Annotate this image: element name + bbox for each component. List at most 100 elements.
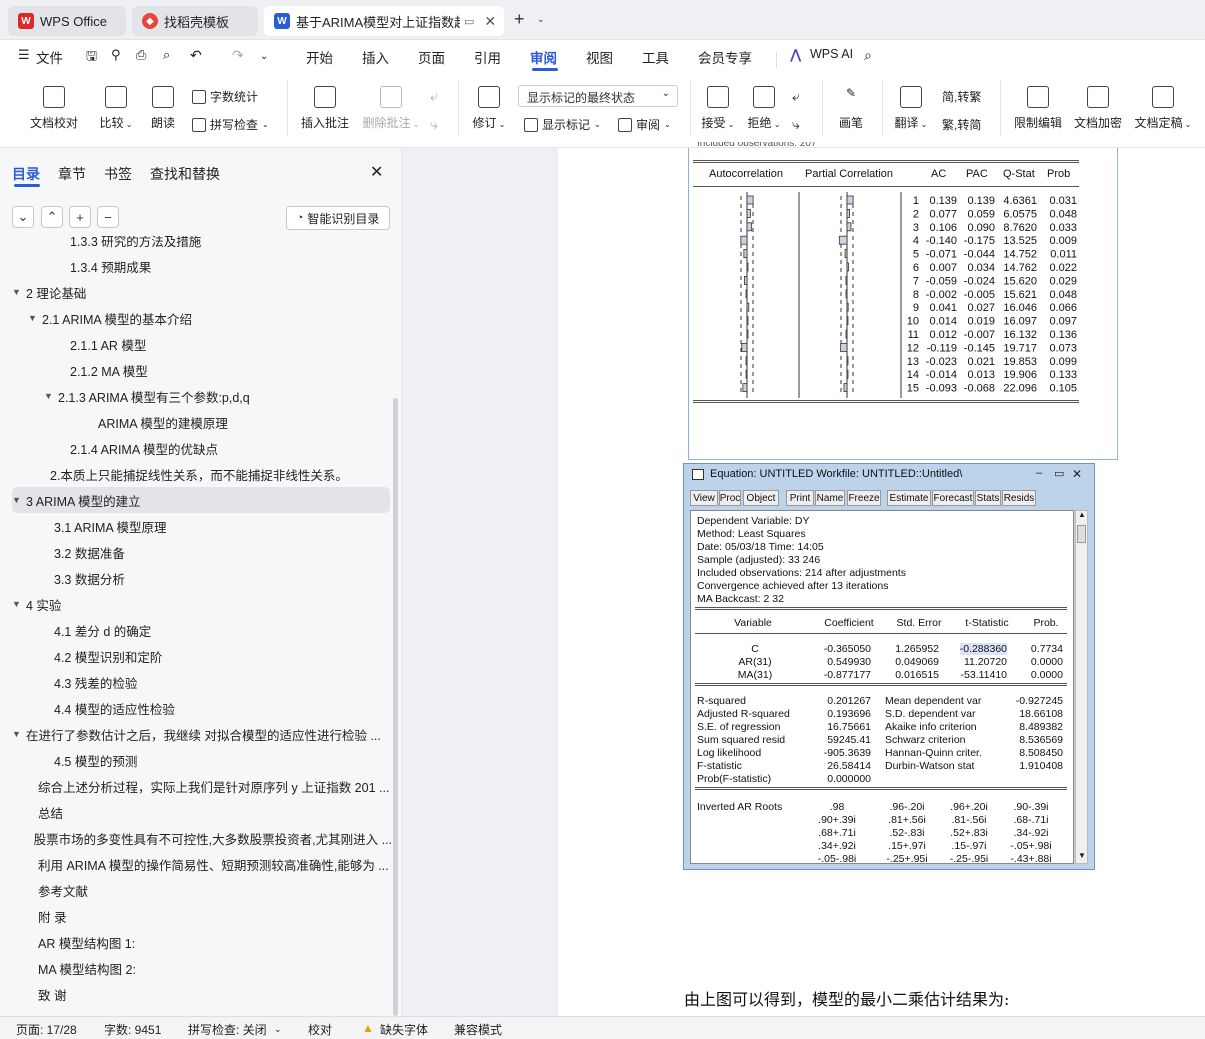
toc-item[interactable]: 1.3.4 预期成果 [0,253,392,279]
toc-item[interactable]: 3.3 数据分析 [0,565,392,591]
eviews-freeze-button[interactable]: Freeze [847,490,881,506]
redo-icon[interactable]: ↷ [232,47,244,64]
toc-item[interactable]: AR 模型结构图 1: [0,929,392,955]
toc-item[interactable]: 4.5 模型的预测 [0,747,392,773]
share-icon[interactable]: ⚲ [111,47,121,63]
accept-button[interactable]: 接受 ⌄ [700,86,736,131]
chevron-down-icon[interactable]: ⌄ [274,1024,282,1035]
nav-scrollbar[interactable] [393,398,398,1016]
menu-start[interactable]: 开始 [306,47,333,67]
word-count[interactable]: 字数: 9451 [104,1021,161,1038]
expand-arrow-icon[interactable]: ▼ [12,599,24,609]
toc-item[interactable]: 4.3 残差的检验 [0,669,392,695]
toc-item[interactable]: ▼ 2 理论基础 [0,279,392,305]
spell-status[interactable]: 拼写检查: 关闭 [188,1021,267,1038]
eviews-resids-button[interactable]: Resids [1002,490,1036,506]
toc-item[interactable]: 2.1.4 ARIMA 模型的优缺点 [0,435,392,461]
toc-item[interactable]: 综合上述分析过程，实际上我们是针对原序列 y 上证指数 201 ... [0,773,392,799]
menu-tools[interactable]: 工具 [642,47,669,67]
eviews-estimate-button[interactable]: Estimate [887,490,931,506]
scroll-up-icon[interactable]: ▲ [1078,510,1086,519]
toc-item[interactable]: 股票市场的多变性具有不可控性,大多数股票投资者,尤其刚进入 ... [0,825,392,851]
insert-comment-button[interactable]: 插入批注 [300,86,350,131]
toc-item[interactable]: 2.1.1 AR 模型 [0,331,392,357]
tab-wps-office[interactable]: W WPS Office [8,6,126,36]
translate-button[interactable]: 翻译 ⌄ [892,86,930,131]
eviews-print-button[interactable]: Print [786,490,814,506]
page-indicator[interactable]: 页面: 17/28 [16,1021,77,1038]
toc-item[interactable]: 4.4 模型的适应性检验 [0,695,392,721]
next-comment-icon[interactable]: ⤷ [430,116,438,133]
menu-reference[interactable]: 引用 [474,47,501,67]
toc-item[interactable]: 4.2 模型识别和定阶 [0,643,392,669]
print-preview-icon[interactable]: ⌕ [163,47,170,63]
tab-document[interactable]: W 基于ARIMA模型对上证指数趋 ▭ ✕ [264,6,504,36]
toc-item[interactable]: ▼ 3 ARIMA 模型的建立 [12,487,390,513]
toc-item[interactable]: 2.本质上只能捕捉线性关系，而不能捕捉非线性关系。 [0,461,392,487]
compare-button[interactable]: 比较 ⌄ [96,86,136,131]
doc-check-button[interactable]: 文档校对 [28,86,80,131]
expand-arrow-icon[interactable]: ▼ [44,391,56,401]
toc-item[interactable]: ▼ 2.1.3 ARIMA 模型有三个参数:p,d,q [0,383,392,409]
expand-arrow-icon[interactable]: ▼ [28,313,40,323]
add-item-button[interactable]: + [69,206,91,228]
toc-item[interactable]: ▼ 2.1 ARIMA 模型的基本介绍 [0,305,392,331]
eviews-equation-window[interactable]: Equation: UNTITLED Workfile: UNTITLED::U… [683,463,1095,870]
toc-item[interactable]: 4.1 差分 d 的确定 [0,617,392,643]
menu-page[interactable]: 页面 [418,47,445,67]
toc-item[interactable]: ARIMA 模型的建模原理 [0,409,392,435]
remove-item-button[interactable]: − [97,206,119,228]
restrict-edit-button[interactable]: 限制编辑 [1012,86,1064,131]
close-icon[interactable]: ✕ [1072,467,1082,481]
proofread-button[interactable]: 校对 [308,1021,332,1038]
chevron-down-icon[interactable]: ⌄ [537,14,545,25]
nav-tab-find[interactable]: 查找和替换 [150,164,220,184]
eviews-name-button[interactable]: Name [815,490,845,506]
print-icon[interactable]: ⎙ [136,47,146,63]
next-change-icon[interactable]: ⤷ [792,116,800,133]
tab-docer[interactable]: ◆ 找稻壳模板 [132,6,258,36]
display-mode-select[interactable]: 显示标记的最终状态 ⌄ [518,85,678,107]
toc-item[interactable]: 3.2 数据准备 [0,539,392,565]
minimize-icon[interactable]: – [1036,467,1042,479]
nav-tab-chapter[interactable]: 章节 [58,164,86,184]
nav-tab-toc[interactable]: 目录 [12,164,40,184]
correlogram-image[interactable]: Included observations: 207 Autocorrelati… [688,142,1118,460]
search-icon[interactable]: ⌕ [864,47,872,64]
eviews-object-button[interactable]: Object [743,490,779,506]
eviews-forecast-button[interactable]: Forecast [932,490,974,506]
expand-arrow-icon[interactable]: ▼ [12,495,24,505]
eviews-scrollbar[interactable]: ▲ ▼ [1075,510,1088,864]
menu-insert[interactable]: 插入 [362,47,389,67]
prev-change-icon[interactable]: ⤶ [792,88,800,105]
toc-item[interactable]: 参考文献 [0,877,392,903]
menu-review[interactable]: 审阅 [530,47,557,67]
close-tab-icon[interactable]: ✕ [484,13,496,30]
toc-item[interactable]: 附 录 [0,903,392,929]
toc-item[interactable]: 利用 ARIMA 模型的操作简易性、短期预测较高准确性,能够为 ... [0,851,392,877]
hamburger-icon[interactable]: ☰ [18,47,30,63]
eviews-view-button[interactable]: View [690,490,718,506]
delete-comment-button[interactable]: 删除批注 ⌄ [360,86,422,131]
smart-toc-button[interactable]: ◔ 智能识别目录 [286,206,390,230]
nav-tab-bookmark[interactable]: 书签 [104,164,132,184]
toc-item[interactable]: 致 谢 [0,981,392,1007]
body-paragraph[interactable]: 由上图可以得到，模型的最小二乘估计结果为: [684,986,1009,1010]
word-count-button[interactable]: 字数统计 [192,88,258,105]
menu-file[interactable]: 文件 [36,47,63,67]
new-tab-icon[interactable]: + [514,9,525,30]
read-aloud-button[interactable]: 朗读 [148,86,178,131]
encrypt-button[interactable]: 文档加密 [1072,86,1124,131]
expand-arrow-icon[interactable]: ▼ [12,729,24,739]
toc-item[interactable]: 总结 [0,799,392,825]
collapse-all-button[interactable]: ⌄ [12,206,34,228]
toc-item[interactable]: MA 模型结构图 2: [0,955,392,981]
expand-arrow-icon[interactable]: ▼ [12,287,24,297]
scroll-thumb[interactable] [1077,525,1086,543]
review-pane-button[interactable]: 审阅 ⌄ [618,116,671,133]
missing-font-button[interactable]: 缺失字体 [380,1021,428,1038]
finalize-button[interactable]: 文档定稿 ⌄ [1132,86,1194,131]
show-marks-button[interactable]: 显示标记 ⌄ [524,116,601,133]
reject-button[interactable]: 拒绝 ⌄ [746,86,782,131]
menu-wps-ai[interactable]: WPS AI [810,47,853,61]
